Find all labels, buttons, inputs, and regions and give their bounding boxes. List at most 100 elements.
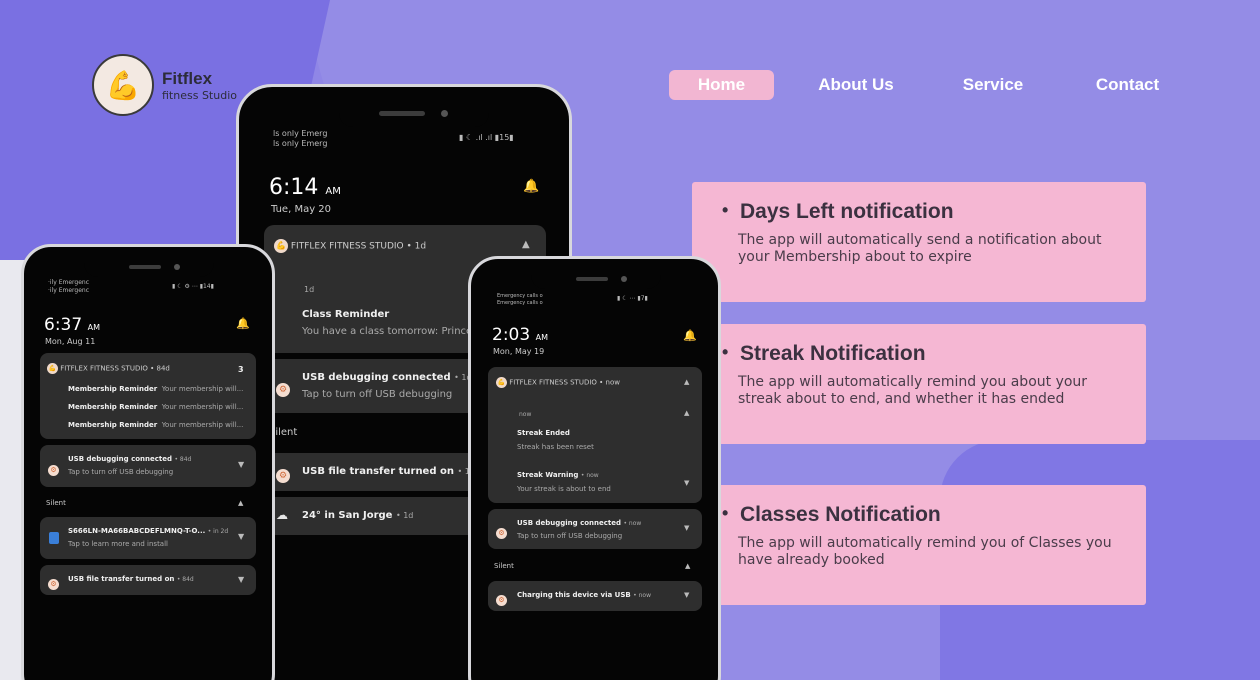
notification-body: You have a class tomorrow: Prince: [302, 326, 473, 337]
card-text: The app will automatically remind you of…: [738, 535, 1112, 568]
cloud-icon: ☁: [276, 508, 288, 522]
update-icon: [49, 532, 59, 544]
notification-software-update[interactable]: S666LN-MA66BABCDEFLMNQ-T-O... • in 2d Ta…: [40, 517, 256, 559]
status-text: Emergency calls o: [497, 293, 543, 299]
usb-icon: ⚙: [496, 595, 507, 606]
usb-icon: ⚙: [48, 579, 59, 590]
app-name: FITFLEX FITNESS STUDIO: [509, 378, 597, 387]
notification-body: Tap to learn more and install: [68, 540, 168, 548]
main-nav: Home About Us Service Contact: [669, 70, 1165, 100]
card-text: The app will automatically send a notifi…: [738, 232, 1102, 265]
status-text: ls only Emerg: [273, 129, 328, 138]
app-name: FITFLEX FITNESS STUDIO: [290, 241, 404, 252]
feature-card-streak: Streak Notification The app will automat…: [692, 324, 1146, 444]
phone-camera: [174, 264, 180, 270]
phone-camera: [621, 276, 627, 282]
clock-time: 6:37: [44, 315, 83, 335]
notification-body: Your membership will...: [161, 403, 244, 411]
notification-title: USB debugging connected: [517, 519, 622, 527]
chevron-up-icon[interactable]: ▲: [684, 378, 689, 386]
notification-title: Membership Reminder: [68, 403, 158, 411]
phone-mockup-right: Emergency calls o Emergency calls o ▮ ☾ …: [468, 256, 721, 680]
notification-body: Your membership will...: [161, 385, 244, 393]
status-icons: ▮ ☾ ⚙ ⋯ ▮14▮: [172, 283, 214, 290]
chevron-down-icon[interactable]: ▼: [684, 524, 689, 532]
phone-speaker: [129, 265, 161, 269]
usb-icon: ⚙: [48, 465, 59, 476]
chevron-up-icon[interactable]: ▲: [685, 562, 690, 570]
app-meta: • 84d: [150, 364, 170, 373]
nav-contact[interactable]: Contact: [1090, 70, 1165, 100]
chevron-up-icon[interactable]: ▲: [684, 409, 689, 417]
chevron-up-icon[interactable]: ▲: [522, 239, 530, 250]
chevron-up-icon[interactable]: ▲: [238, 499, 243, 507]
logo-name: Fitflex: [162, 68, 213, 88]
logo-subtitle: fitness Studio: [162, 88, 237, 102]
app-icon: 💪: [47, 363, 58, 374]
bell-settings-icon[interactable]: 🔔: [236, 317, 250, 330]
notification-meta: • now: [580, 472, 599, 479]
notification-group-fitflex[interactable]: 💪 FITFLEX FITNESS STUDIO • 84d 3 Members…: [40, 353, 256, 439]
card-title: Days Left notification: [722, 200, 1146, 224]
notification-meta: • in 2d: [207, 528, 229, 535]
phone-mockup-left: ·ily Emergenc ·ily Emergenc ▮ ☾ ⚙ ⋯ ▮14▮…: [21, 244, 275, 680]
notification-title: USB debugging connected: [68, 455, 173, 463]
notification-charging[interactable]: ⚙ Charging this device via USB • now ▼: [488, 581, 702, 611]
notification-meta: • now: [623, 520, 642, 527]
chevron-down-icon[interactable]: ▼: [238, 532, 244, 541]
notification-title: Charging this device via USB: [517, 591, 631, 599]
notification-title: 24° in San Jorge: [302, 510, 393, 521]
bell-settings-icon[interactable]: 🔔: [523, 179, 539, 194]
notification-meta: now: [519, 411, 532, 418]
usb-icon: ⚙: [276, 382, 290, 397]
notification-usb-debugging[interactable]: ⚙ USB debugging connected • 84d Tap to t…: [40, 445, 256, 487]
date: Mon, Aug 11: [45, 337, 96, 346]
card-text: The app will automatically remind you ab…: [738, 374, 1088, 407]
app-meta: • now: [599, 378, 620, 387]
status-icons: ▮ ☾ ⋯ ▮7▮: [617, 295, 648, 302]
clock-ampm: AM: [535, 333, 548, 342]
date: Mon, May 19: [493, 347, 545, 356]
notification-body: Your streak is about to end: [517, 485, 611, 493]
status-text: ·ily Emergenc: [48, 287, 89, 294]
notification-title: Membership Reminder: [68, 385, 158, 393]
notification-usb-file-transfer[interactable]: ⚙ USB file transfer turned on • 84d ▼: [40, 565, 256, 595]
notification-title: USB file transfer turned on: [302, 466, 454, 477]
notification-body: Tap to turn off USB debugging: [302, 389, 453, 400]
card-title: Classes Notification: [722, 503, 1146, 527]
nav-about-us[interactable]: About Us: [816, 70, 896, 100]
notification-body: Tap to turn off USB debugging: [68, 468, 174, 476]
app-name: FITFLEX FITNESS STUDIO: [60, 364, 148, 373]
phone-notch: [84, 247, 214, 277]
phone-notch: [531, 259, 661, 289]
usb-icon: ⚙: [496, 528, 507, 539]
notification-body: Streak has been reset: [517, 443, 594, 451]
app-meta: • 1d: [406, 241, 427, 252]
notification-usb-debugging[interactable]: ⚙ USB debugging connected • now Tap to t…: [488, 509, 702, 549]
bell-settings-icon[interactable]: 🔔: [683, 329, 697, 342]
notification-meta: • 84d: [174, 456, 192, 463]
nav-service[interactable]: Service: [958, 70, 1028, 100]
chevron-down-icon[interactable]: ▼: [684, 591, 689, 599]
section-silent: Silent: [46, 499, 66, 507]
status-text: ·ily Emergenc: [48, 279, 89, 286]
chevron-down-icon[interactable]: ▼: [684, 479, 689, 487]
clock-ampm: AM: [87, 323, 100, 332]
status-text: Emergency calls o: [497, 300, 543, 306]
notification-group-fitflex[interactable]: 💪 FITFLEX FITNESS STUDIO • now ▲ now ▲ S…: [488, 367, 702, 503]
logo[interactable]: 💪 Fitflex fitness Studio: [92, 54, 237, 116]
notification-body: Tap to turn off USB debugging: [517, 532, 623, 540]
card-title: Streak Notification: [722, 342, 1146, 366]
chevron-down-icon[interactable]: ▼: [238, 460, 244, 469]
status-text: ls only Emerg: [273, 139, 328, 148]
notification-count: 3: [238, 365, 244, 374]
chevron-down-icon[interactable]: ▼: [238, 575, 244, 584]
nav-home[interactable]: Home: [669, 70, 774, 100]
notification-meta: • now: [633, 592, 651, 599]
phone-speaker: [576, 277, 608, 281]
usb-icon: ⚙: [276, 468, 290, 483]
feature-card-days-left: Days Left notification The app will auto…: [692, 182, 1146, 302]
section-silent: Silent: [494, 562, 514, 570]
phone-notch: [339, 87, 489, 127]
notification-title: Streak Ended: [517, 429, 570, 437]
